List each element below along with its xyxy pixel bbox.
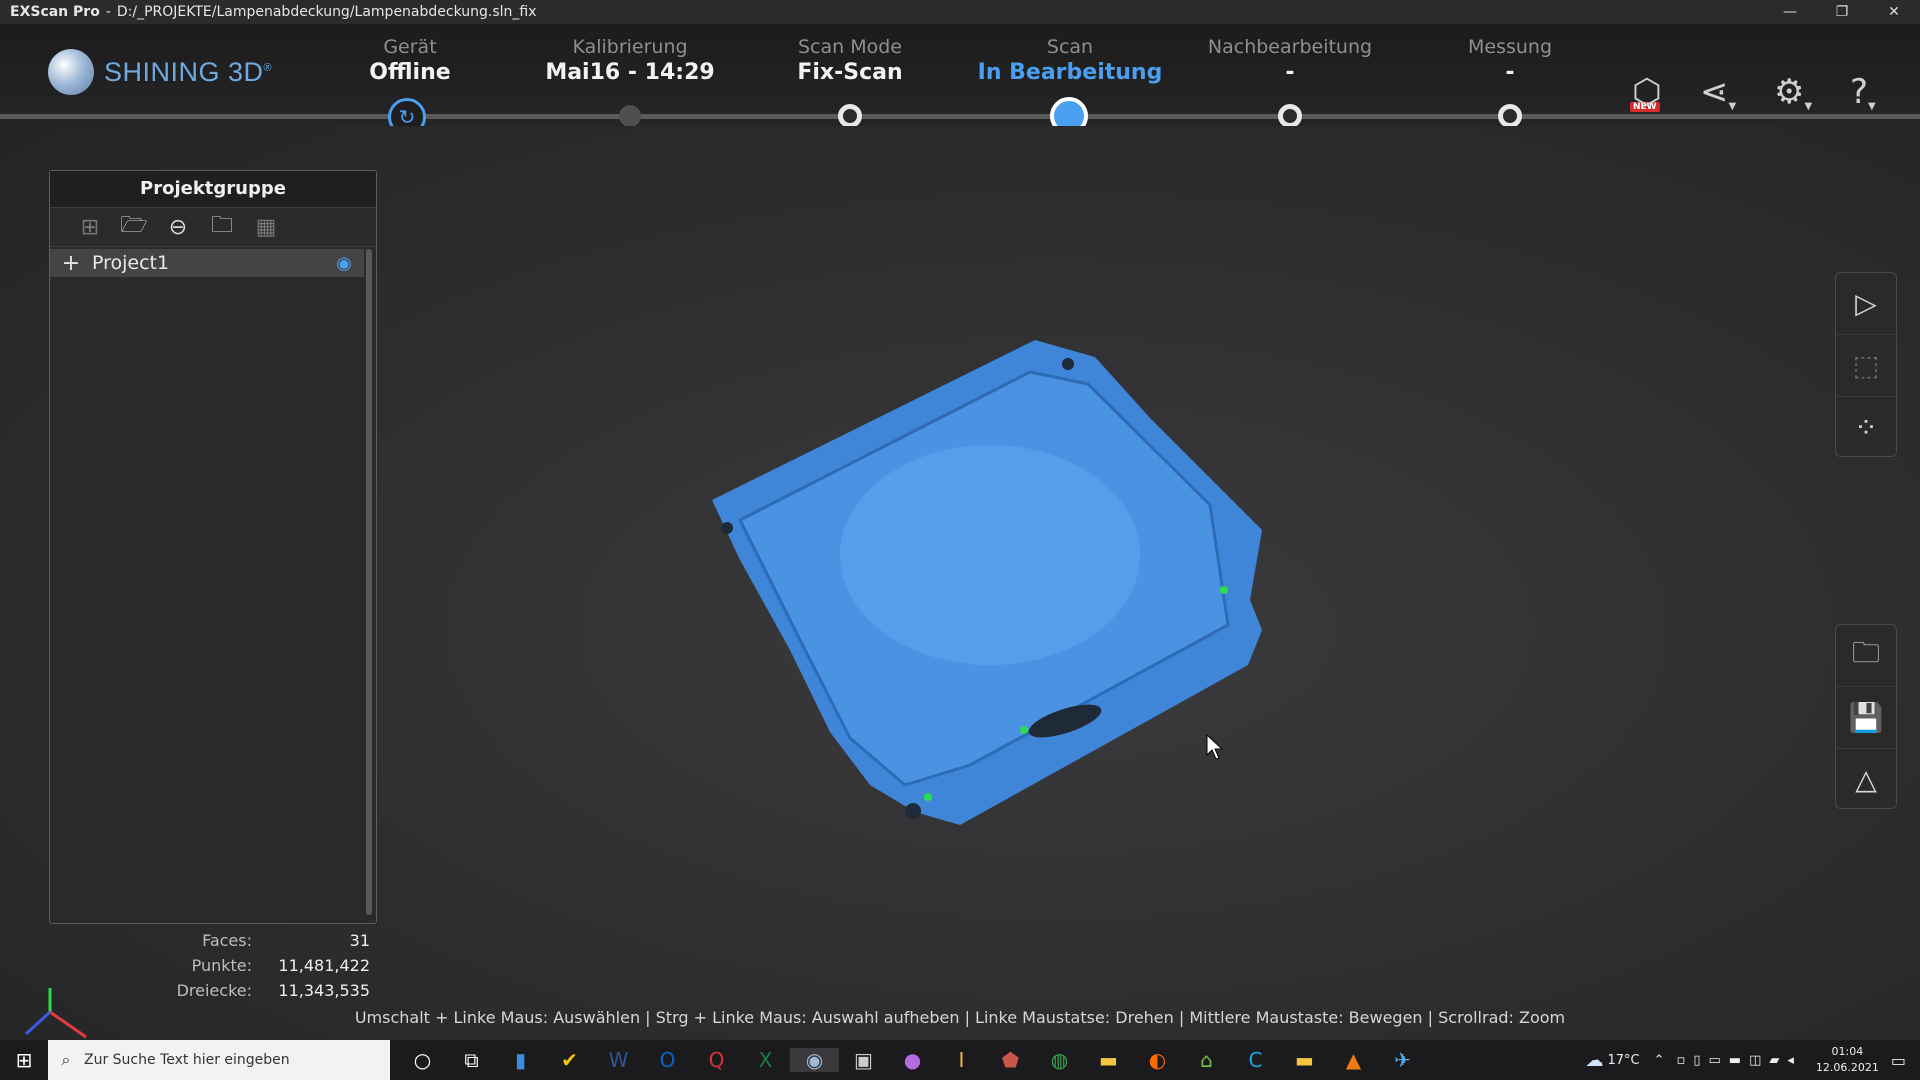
- app-title: EXScan Pro: [10, 4, 100, 20]
- taskbar-app-icon[interactable]: ⬟: [986, 1048, 1035, 1072]
- search-placeholder: Zur Suche Text hier eingeben: [84, 1052, 290, 1068]
- close-button[interactable]: ✕: [1868, 0, 1920, 24]
- brand-name: SHINING 3D®: [104, 56, 273, 87]
- chrome-icon[interactable]: ◍: [1035, 1048, 1084, 1072]
- cortana-icon[interactable]: ○: [398, 1048, 447, 1072]
- step-calibration[interactable]: Kalibrierung Mai16 - 14:29: [520, 36, 740, 85]
- step-measurement[interactable]: Messung -: [1400, 36, 1620, 85]
- taskbar-app-icon[interactable]: Q: [692, 1048, 741, 1072]
- taskbar-app-icon[interactable]: ⌂: [1182, 1048, 1231, 1072]
- right-toolbar-bottom: 🗀 💾 △: [1835, 624, 1897, 809]
- restore-button[interactable]: ❐: [1816, 0, 1868, 24]
- search-icon: ⌕: [61, 1050, 71, 1069]
- play-icon[interactable]: ▷: [1836, 273, 1896, 335]
- weather-icon[interactable]: ☁: [1586, 1050, 1604, 1071]
- mesh-icon[interactable]: △: [1836, 749, 1896, 810]
- remove-icon[interactable]: ⊖: [156, 215, 200, 240]
- system-tray: ☁ 17°C ⌃ ▫▯▭▬◫▰◂ 01:04 12.06.2021 ▭: [1586, 1040, 1920, 1080]
- project-name: Project1: [92, 252, 170, 274]
- taskbar-app-icon[interactable]: ✈: [1378, 1048, 1427, 1072]
- notification-icon[interactable]: ▭: [1891, 1051, 1906, 1070]
- taskbar-app-icon[interactable]: I: [937, 1048, 986, 1072]
- workflow-progress-line: [0, 114, 1920, 119]
- vlc-icon[interactable]: ▲: [1329, 1048, 1378, 1072]
- points-value: 11,481,422: [278, 956, 370, 975]
- taskbar-app-icon[interactable]: C: [1231, 1048, 1280, 1072]
- folder-add-icon[interactable]: 🗀: [200, 208, 244, 246]
- right-toolbar-top: ▷ ⬚ ⁘: [1835, 272, 1897, 457]
- list-item-project1[interactable]: + Project1 ◉: [50, 249, 364, 277]
- taskbar-app-icon[interactable]: ✔: [545, 1048, 594, 1072]
- taskbar-app-icon[interactable]: ▮: [496, 1048, 545, 1072]
- faces-value: 31: [349, 931, 370, 950]
- step-node-postprocessing[interactable]: [1278, 104, 1302, 128]
- eye-icon[interactable]: ◉: [324, 253, 364, 274]
- exscan-icon[interactable]: ◉: [790, 1048, 839, 1072]
- scan-stats: Faces: 31 Punkte: 11,481,422 Dreiecke: 11,3…: [120, 928, 376, 1003]
- panel-title: Projektgruppe: [50, 171, 376, 208]
- title-bar: EXScan Pro - D:/_PROJEKTE/Lampenabdeckun…: [0, 0, 1920, 24]
- new-group-icon[interactable]: ⊞: [68, 215, 112, 240]
- tray-chevron-icon[interactable]: ⌃: [1654, 1053, 1665, 1068]
- excel-icon[interactable]: X: [741, 1048, 790, 1072]
- tray-icons[interactable]: ▫▯▭▬◫▰◂: [1677, 1053, 1802, 1068]
- os-taskbar: ⊞ ⌕ Zur Suche Text hier eingeben ○ ⧉ ▮ ✔…: [0, 1040, 1920, 1080]
- open-folder-icon[interactable]: 🗁: [112, 208, 156, 246]
- outlook-icon[interactable]: O: [643, 1048, 692, 1072]
- step-node-scan-mode[interactable]: [838, 104, 862, 128]
- project-panel: Projektgruppe ⊞ 🗁 ⊖ 🗀 ▦ + Project1 ◉: [49, 170, 377, 924]
- app-header: SHINING 3D® Gerät Offline Kalibrierung M…: [0, 24, 1920, 126]
- clock[interactable]: 01:04 12.06.2021: [1816, 1044, 1879, 1076]
- help-icon[interactable]: ?▼: [1850, 72, 1876, 112]
- taskbar-app-icon[interactable]: ▣: [839, 1048, 888, 1072]
- expand-icon[interactable]: +: [50, 251, 92, 276]
- task-view-icon[interactable]: ⧉: [447, 1048, 496, 1072]
- gear-icon[interactable]: ⚙▼: [1774, 72, 1812, 112]
- mouse-hint: Umschalt + Linke Maus: Auswählen | Strg …: [354, 1008, 1566, 1027]
- panel-scrollbar[interactable]: [366, 249, 372, 915]
- panel-toolbar: ⊞ 🗁 ⊖ 🗀 ▦: [50, 208, 376, 247]
- file-path: D:/_PROJEKTE/Lampenabdeckung/Lampenabdec…: [116, 4, 537, 20]
- step-node-calibration[interactable]: [619, 105, 641, 127]
- taskbar-app-icon[interactable]: ◐: [1133, 1048, 1182, 1072]
- cube-new-icon[interactable]: ⬡: [1632, 72, 1662, 112]
- triangles-value: 11,343,535: [278, 981, 370, 1000]
- word-icon[interactable]: W: [594, 1048, 643, 1072]
- file-explorer-icon[interactable]: ▬: [1084, 1048, 1133, 1072]
- point-cloud-icon[interactable]: ⁘: [1836, 397, 1896, 458]
- folder-icon[interactable]: ▬: [1280, 1048, 1329, 1072]
- step-node-measurement[interactable]: [1498, 104, 1522, 128]
- step-scan[interactable]: Scan In Bearbeitung: [960, 36, 1180, 85]
- windows-start-icon[interactable]: ⊞: [0, 1048, 48, 1072]
- save-icon[interactable]: 💾: [1836, 687, 1896, 749]
- grid-icon[interactable]: ▦: [244, 215, 288, 240]
- weather-temp[interactable]: 17°C: [1608, 1053, 1640, 1068]
- step-device[interactable]: Gerät Offline: [300, 36, 520, 85]
- step-postprocessing[interactable]: Nachbearbeitung -: [1180, 36, 1400, 85]
- step-scan-mode[interactable]: Scan Mode Fix-Scan: [740, 36, 960, 85]
- open-folder-icon[interactable]: 🗀: [1836, 625, 1896, 687]
- brand-logo: SHINING 3D®: [48, 49, 272, 95]
- mouse-cursor-icon: [1206, 734, 1224, 760]
- crop-icon[interactable]: ⬚: [1836, 335, 1896, 397]
- taskbar-search[interactable]: ⌕ Zur Suche Text hier eingeben: [48, 1040, 390, 1080]
- taskbar-app-icon[interactable]: ●: [888, 1048, 937, 1072]
- globe-icon: [48, 49, 94, 95]
- minimize-button[interactable]: —: [1764, 0, 1816, 24]
- share-icon[interactable]: ⋖▼: [1700, 72, 1736, 112]
